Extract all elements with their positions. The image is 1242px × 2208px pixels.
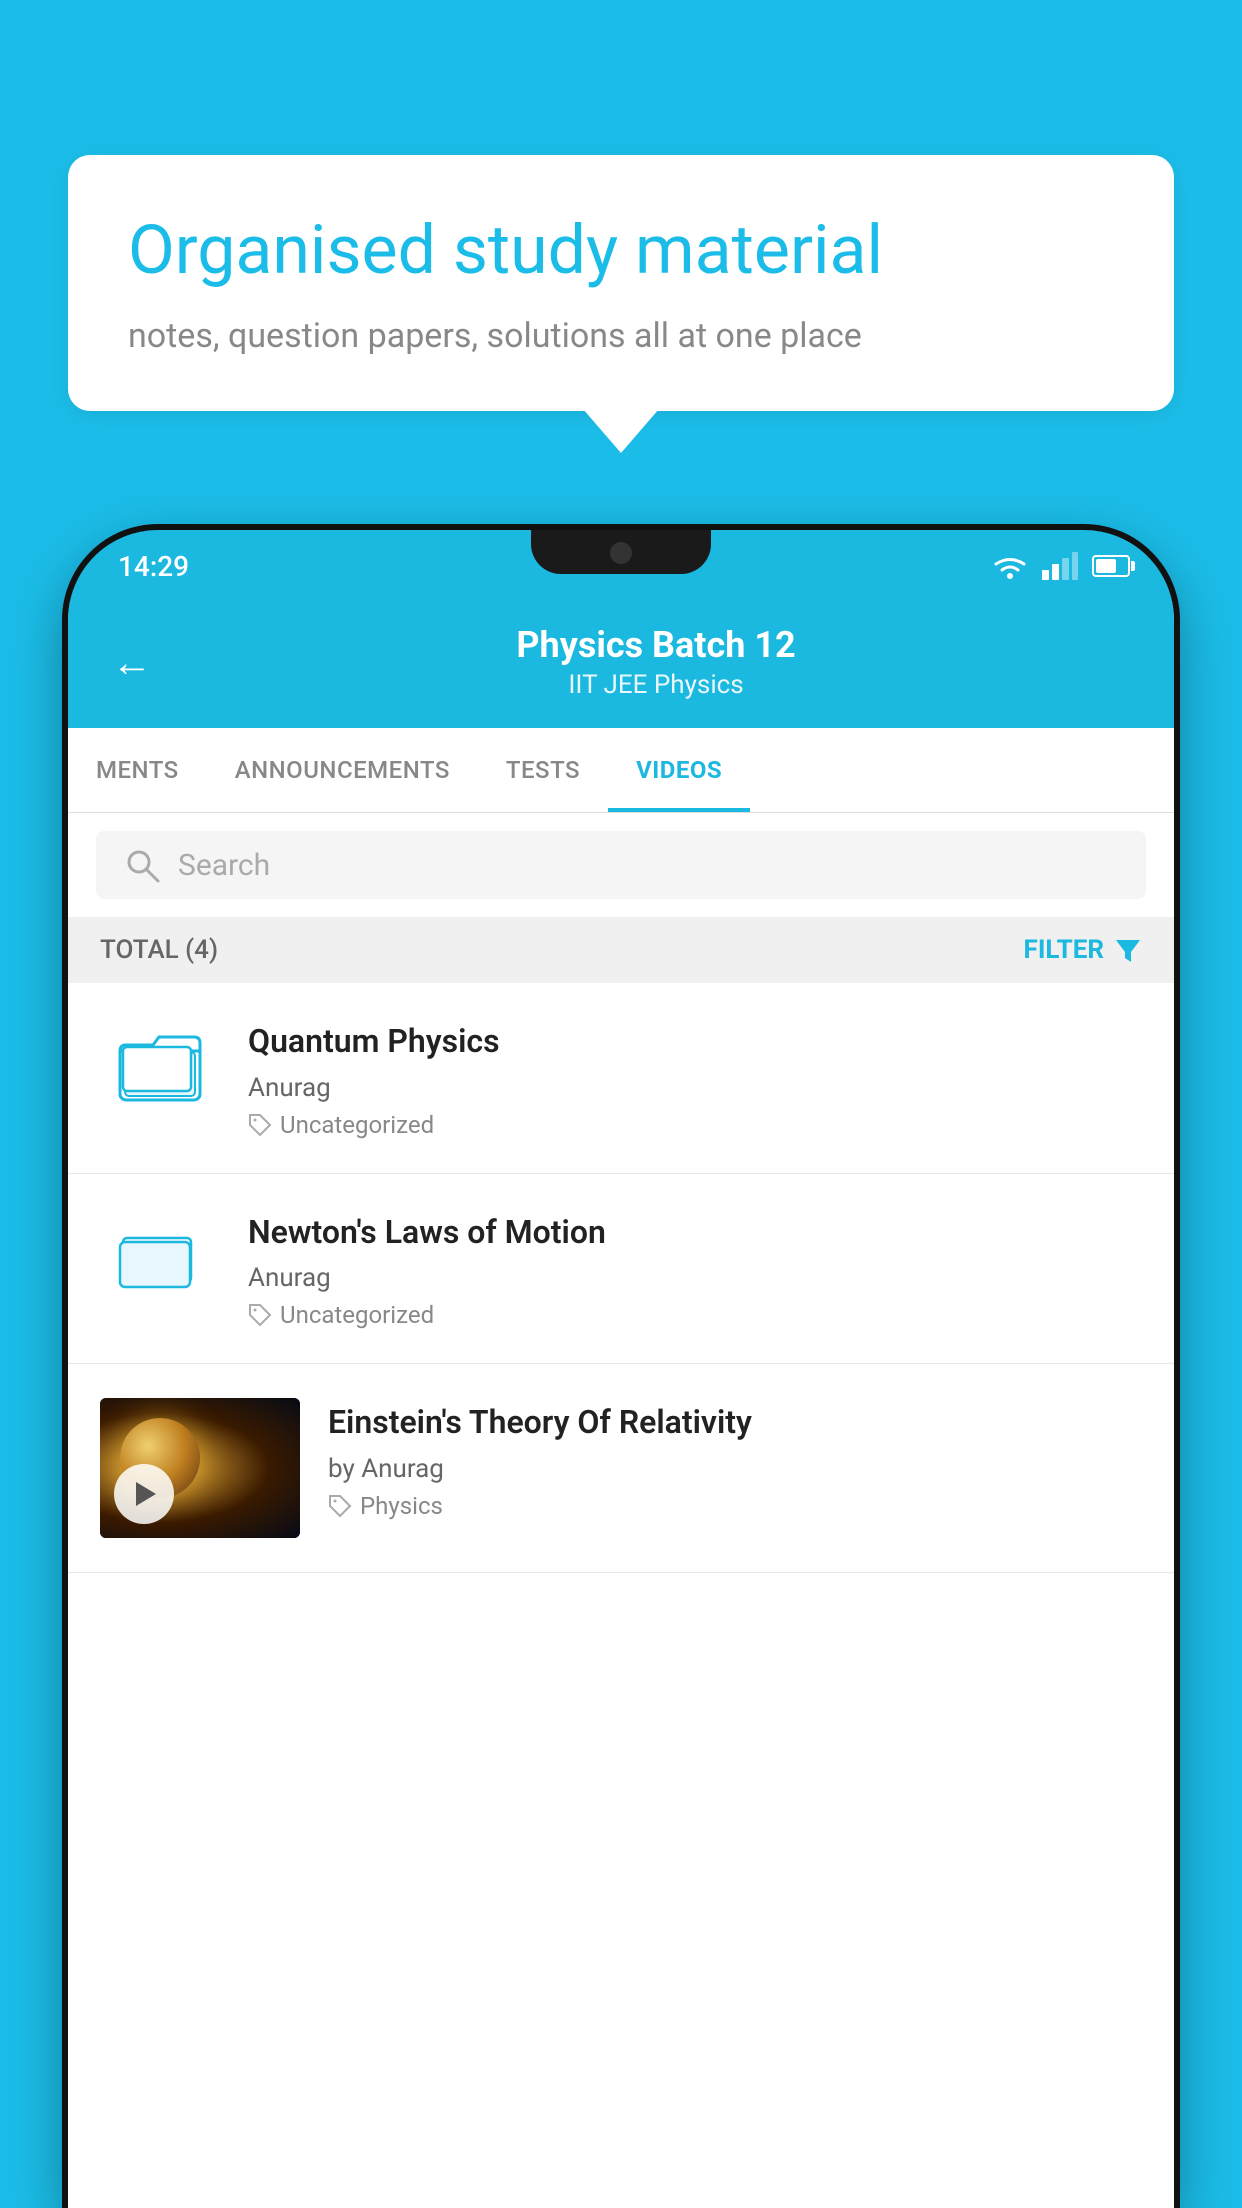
video-thumbnail [100,1208,220,1298]
filter-button[interactable]: FILTER [1024,935,1142,965]
status-icons [992,552,1130,580]
status-time: 14:29 [118,550,189,583]
tag-icon [328,1494,352,1518]
header-title: Physics Batch 12 [182,624,1130,666]
search-container: Search [68,813,1174,917]
video-author: Anurag [248,1263,1142,1293]
video-title: Einstein's Theory Of Relativity [328,1402,1142,1444]
phone-frame: 14:29 ← [68,530,1174,2208]
total-count: TOTAL (4) [100,935,218,965]
speech-bubble-card: Organised study material notes, question… [68,155,1174,411]
video-tag: Physics [328,1492,1142,1520]
tabs-bar: MENTS ANNOUNCEMENTS TESTS VIDEOS [68,728,1174,813]
filter-label: FILTER [1024,935,1104,965]
phone-inner: ← Physics Batch 12 IIT JEE Physics MENTS… [68,602,1174,2208]
wifi-icon [992,552,1028,580]
bubble-title: Organised study material [128,210,1114,292]
folder-icon [115,1208,205,1298]
battery-fill [1096,559,1116,573]
video-thumbnail [100,1398,300,1538]
tag-label: Physics [360,1492,443,1520]
video-title: Quantum Physics [248,1021,1142,1063]
video-tag: Uncategorized [248,1301,1142,1329]
list-item[interactable]: Quantum Physics Anurag Uncategorized [68,983,1174,1174]
header-title-group: Physics Batch 12 IIT JEE Physics [182,624,1130,700]
signal-icon [1042,552,1078,580]
search-icon [124,847,160,883]
status-bar: 14:29 [68,530,1174,602]
play-triangle-icon [136,1482,156,1506]
app-header: ← Physics Batch 12 IIT JEE Physics [68,602,1174,728]
search-box[interactable]: Search [96,831,1146,899]
play-button[interactable] [114,1464,174,1524]
video-info: Quantum Physics Anurag Uncategorized [248,1017,1142,1139]
tab-tests[interactable]: TESTS [478,728,608,812]
video-author: by Anurag [328,1454,1142,1484]
list-item[interactable]: Newton's Laws of Motion Anurag Uncategor… [68,1174,1174,1365]
tab-videos[interactable]: VIDEOS [608,728,750,812]
video-thumbnail [100,1017,220,1107]
tag-label: Uncategorized [280,1301,434,1329]
video-info: Newton's Laws of Motion Anurag Uncategor… [248,1208,1142,1330]
video-author: Anurag [248,1073,1142,1103]
battery-icon [1092,555,1130,577]
speech-bubble-section: Organised study material notes, question… [68,155,1174,411]
video-list: Quantum Physics Anurag Uncategorized [68,983,1174,1573]
tab-ments[interactable]: MENTS [68,728,207,812]
filter-bar: TOTAL (4) FILTER [68,917,1174,983]
header-subtitle: IIT JEE Physics [182,670,1130,700]
tag-icon [248,1303,272,1327]
video-info: Einstein's Theory Of Relativity by Anura… [328,1398,1142,1520]
video-title: Newton's Laws of Motion [248,1212,1142,1254]
search-placeholder: Search [178,848,270,883]
list-item[interactable]: Einstein's Theory Of Relativity by Anura… [68,1364,1174,1573]
back-button[interactable]: ← [112,639,152,686]
filter-icon [1114,936,1142,964]
tag-icon [248,1113,272,1137]
video-tag: Uncategorized [248,1111,1142,1139]
bubble-subtitle: notes, question papers, solutions all at… [128,316,1114,356]
folder-icon [115,1017,205,1107]
camera-notch [610,542,632,564]
tab-announcements[interactable]: ANNOUNCEMENTS [207,728,478,812]
tag-label: Uncategorized [280,1111,434,1139]
